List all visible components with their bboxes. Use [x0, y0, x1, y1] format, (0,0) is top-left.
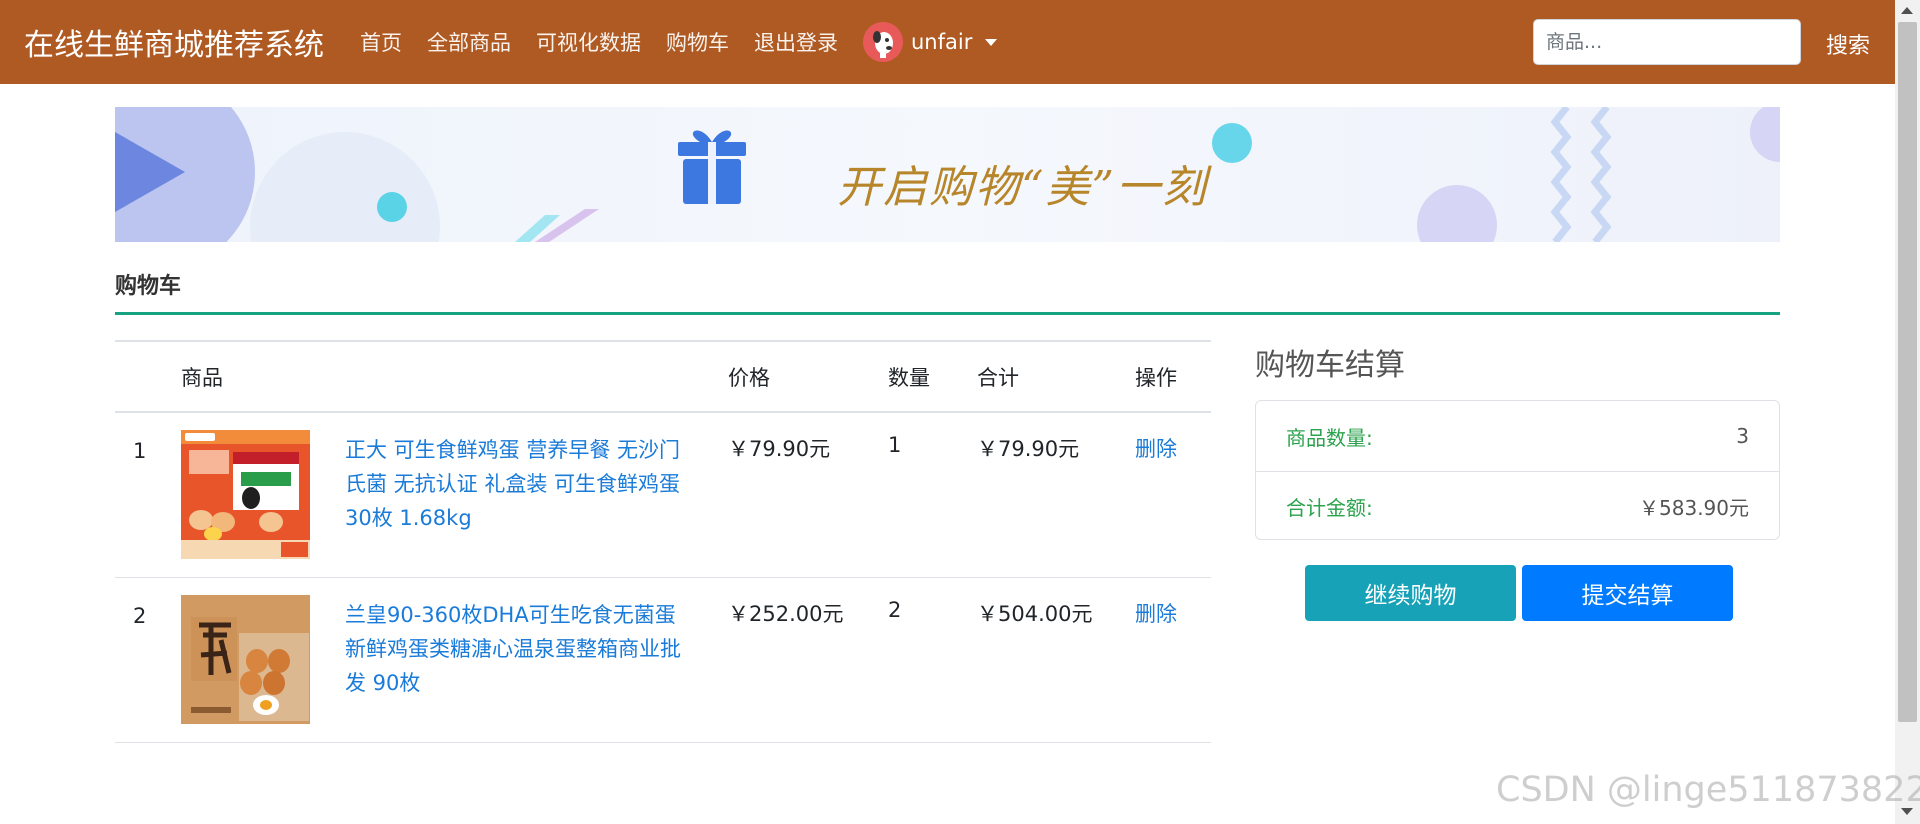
table-row: 2 兰皇90-360枚DHA可生吃食无菌蛋新鲜鸡蛋类糖溏心温泉蛋整箱商业批发 9… [115, 577, 1211, 743]
summary-row-count: 商品数量: 3 [1256, 401, 1779, 471]
nav-link-home[interactable]: 首页 [360, 27, 402, 57]
table-header-row: 商品 价格 数量 合计 操作 [115, 340, 1211, 413]
col-header-product: 商品 [181, 340, 728, 413]
scrollbar-thumb[interactable] [1898, 22, 1917, 722]
row-index: 1 [115, 412, 181, 578]
nav-link-visualization[interactable]: 可视化数据 [536, 27, 641, 57]
scroll-up-arrow-icon[interactable] [1901, 7, 1913, 14]
continue-shopping-button[interactable]: 继续购物 [1305, 565, 1516, 621]
product-quantity: 2 [888, 577, 977, 743]
username-label: unfair [911, 30, 973, 54]
delete-link[interactable]: 删除 [1135, 602, 1177, 626]
promo-banner: 开启购物“美”一刻 [115, 107, 1780, 242]
section-divider [115, 312, 1780, 315]
submit-checkout-button[interactable]: 提交结算 [1522, 565, 1733, 621]
product-subtotal: ￥504.00元 [977, 577, 1135, 743]
product-name-cell: 兰皇90-360枚DHA可生吃食无菌蛋新鲜鸡蛋类糖溏心温泉蛋整箱商业批发 90枚 [345, 577, 728, 743]
banner-slogan: 开启购物“美”一刻 [837, 162, 1208, 213]
avatar [863, 22, 903, 62]
search-button[interactable]: 搜索 [1826, 28, 1870, 60]
csdn-watermark: CSDN @linge511873822 [1496, 770, 1920, 810]
item-count-value: 3 [1736, 424, 1749, 448]
top-navbar: 在线生鲜商城推荐系统 首页 全部商品 可视化数据 购物车 退出登录 unfair… [0, 0, 1895, 84]
cart-table: 商品 价格 数量 合计 操作 1 正大 可生食鲜鸡蛋 营养早餐 无沙门氏菌 无抗… [115, 340, 1211, 743]
caret-down-icon [985, 38, 998, 46]
total-amount-label: 合计金额: [1286, 496, 1373, 520]
user-dropdown[interactable]: unfair [863, 22, 998, 62]
action-cell: 删除 [1135, 412, 1211, 578]
nav-link-cart[interactable]: 购物车 [666, 27, 729, 57]
site-brand[interactable]: 在线生鲜商城推荐系统 [24, 20, 324, 64]
row-index: 2 [115, 577, 181, 743]
cart-section-title: 购物车 [115, 274, 182, 299]
product-quantity: 1 [888, 412, 977, 578]
product-name-cell: 正大 可生食鲜鸡蛋 营养早餐 无沙门氏菌 无抗认证 礼盒装 可生食鲜鸡蛋 30枚… [345, 412, 728, 578]
product-price: ￥79.90元 [728, 412, 888, 578]
col-header-action: 操作 [1135, 340, 1211, 413]
product-subtotal: ￥79.90元 [977, 412, 1135, 578]
col-header-subtotal: 合计 [977, 340, 1135, 413]
product-image-eggs-carton[interactable] [181, 594, 310, 724]
product-image-eggs-box[interactable] [181, 430, 310, 559]
total-amount-value: ￥583.90元 [1639, 496, 1749, 520]
product-image-cell [181, 577, 345, 743]
col-header-index [115, 340, 181, 413]
item-count-label: 商品数量: [1286, 425, 1373, 450]
summary-row-total: 合计金额: ￥583.90元 [1256, 471, 1779, 541]
col-header-price: 价格 [728, 340, 888, 413]
nav-links: 首页 全部商品 可视化数据 购物车 退出登录 unfair [360, 22, 998, 62]
product-name-link[interactable]: 兰皇90-360枚DHA可生吃食无菌蛋新鲜鸡蛋类糖溏心温泉蛋整箱商业批发 90枚 [345, 598, 695, 700]
summary-title: 购物车结算 [1255, 348, 1405, 383]
summary-box: 商品数量: 3 合计金额: ￥583.90元 [1255, 400, 1780, 540]
gift-icon [678, 130, 746, 204]
product-price: ￥252.00元 [728, 577, 888, 743]
product-name-link[interactable]: 正大 可生食鲜鸡蛋 营养早餐 无沙门氏菌 无抗认证 礼盒装 可生食鲜鸡蛋 30枚… [345, 433, 695, 535]
table-row: 1 正大 可生食鲜鸡蛋 营养早餐 无沙门氏菌 无抗认证 礼盒装 可生食鲜鸡蛋 3… [115, 412, 1211, 578]
col-header-quantity: 数量 [888, 340, 977, 413]
product-image-cell [181, 412, 345, 578]
delete-link[interactable]: 删除 [1135, 437, 1177, 461]
search-input[interactable] [1533, 19, 1801, 65]
dog-avatar-icon [863, 22, 903, 62]
action-cell: 删除 [1135, 577, 1211, 743]
nav-link-all-products[interactable]: 全部商品 [427, 27, 511, 57]
nav-link-logout[interactable]: 退出登录 [754, 27, 838, 57]
